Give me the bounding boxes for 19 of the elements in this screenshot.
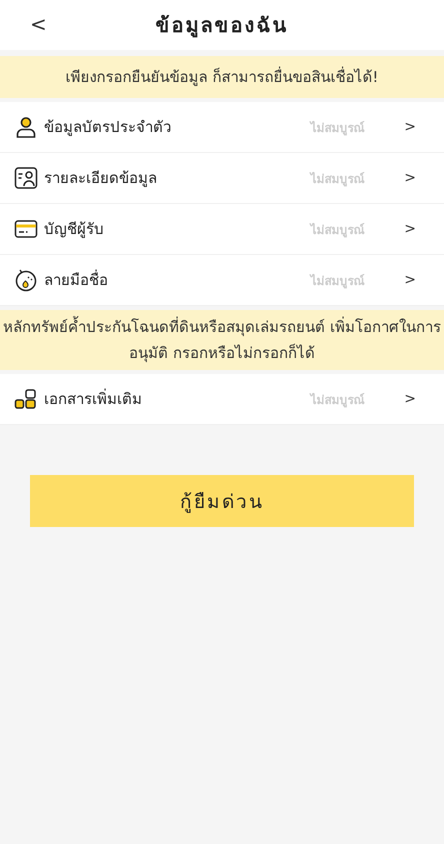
chevron-icon: >	[404, 170, 416, 186]
chevron-icon: >	[404, 391, 416, 407]
back-button[interactable]: <	[30, 12, 47, 36]
blocks-icon	[14, 387, 38, 411]
page-title: ข้อมูลของฉัน	[156, 12, 288, 40]
loan-button[interactable]: กู้ยืมด่วน	[30, 475, 414, 527]
chevron-icon: >	[404, 119, 416, 135]
person-icon	[14, 115, 38, 139]
row-label: รายละเอียดข้อมูล	[44, 168, 158, 189]
chevron-icon: >	[404, 272, 416, 288]
row-label: เอกสารเพิ่มเติม	[44, 388, 143, 410]
row-label: ลายมือชื่อ	[44, 268, 109, 291]
row-label: บัญชีผู้รับ	[44, 219, 105, 240]
signature-icon	[14, 268, 38, 292]
row-label: ข้อมูลบัตรประจำตัว	[44, 117, 172, 138]
profile-card-icon	[14, 166, 38, 190]
chevron-icon: >	[404, 221, 416, 237]
collateral-notice: หลักทรัพย์ค้ำประกันโฉนดที่ดินหรือสมุดเล่มรถยนต์ เพิ่มโอกาศในการอนุมัติ กรอกหรือไม่กรอกก็ได้	[0, 310, 444, 370]
notice-banner: เพียงกรอกยืนยันข้อมูล ก็สามารถยื่นขอสินเชื่อได้!	[0, 56, 444, 98]
